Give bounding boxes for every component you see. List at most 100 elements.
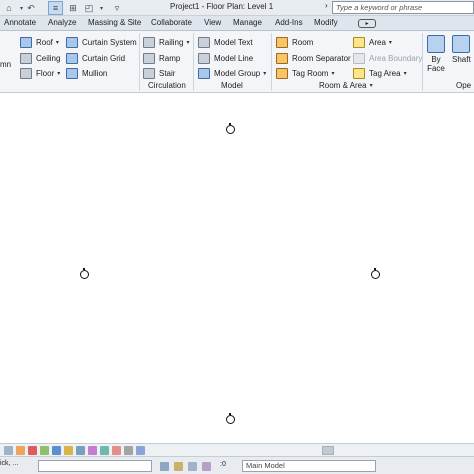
mullion-label: Mullion (82, 68, 108, 78)
elevation-marker-east-icon[interactable] (371, 268, 380, 279)
tab-analyze[interactable]: Analyze (48, 18, 76, 27)
shaft-label: Shaft (452, 55, 471, 64)
area-boundary-button[interactable]: Area Boundary (353, 51, 422, 65)
curtain-system-button[interactable]: Curtain System (66, 35, 137, 49)
reveal-constraints-icon[interactable] (136, 446, 145, 455)
crop-view-icon[interactable] (64, 446, 73, 455)
model-group-label: Model Group (214, 68, 261, 78)
shadows-icon[interactable] (52, 446, 61, 455)
railing-icon (143, 36, 155, 48)
ramp-label: Ramp (159, 53, 181, 63)
area-boundary-label: Area Boundary (369, 53, 423, 63)
room-separator-label: Room Separator (292, 53, 351, 63)
floor-chevron-down-icon[interactable]: ▾ (57, 70, 60, 77)
section-view-icon[interactable]: ◰ (82, 1, 96, 15)
tag-room-label: Tag Room (292, 68, 329, 78)
elevation-marker-west-icon[interactable] (80, 268, 89, 279)
area-label: Area (369, 37, 386, 47)
horizontal-scrollbar-thumb[interactable] (322, 446, 334, 455)
tag-area-label: Tag Area (369, 68, 401, 78)
tab-manage[interactable]: Manage (233, 18, 262, 27)
sun-path-icon[interactable] (40, 446, 49, 455)
area-chevron-down-icon[interactable]: ▾ (389, 39, 392, 46)
tab-add-ins[interactable]: Add-Ins (275, 18, 303, 27)
opening-panel-label: Ope (456, 81, 472, 90)
by-face-button[interactable]: By Face (427, 35, 445, 73)
room-separator-icon (276, 52, 288, 64)
floor-label: Floor (36, 68, 55, 78)
roof-button[interactable]: Roof ▾ (20, 35, 59, 49)
workset-selector[interactable] (38, 460, 152, 472)
panel-divider (193, 33, 194, 91)
railing-chevron-down-icon[interactable]: ▾ (186, 39, 189, 46)
area-boundary-icon (353, 52, 365, 64)
railing-button[interactable]: Railing ▾ (143, 35, 189, 49)
thin-lines-icon[interactable]: ≡ (48, 1, 63, 15)
stair-label: Stair (159, 68, 176, 78)
analytical-model-icon[interactable] (112, 446, 121, 455)
search-input[interactable]: Type a keyword or phrase (332, 1, 474, 14)
editable-only-icon[interactable] (160, 462, 169, 471)
view-scale-icon[interactable] (4, 446, 13, 455)
curtain-system-label: Curtain System (82, 37, 137, 47)
tab-view[interactable]: View (204, 18, 221, 27)
visual-style-icon[interactable] (28, 446, 37, 455)
shaft-button[interactable]: Shaft (452, 35, 471, 64)
roof-chevron-down-icon[interactable]: ▾ (56, 39, 59, 46)
stair-icon (143, 67, 155, 79)
curtain-grid-label: Curtain Grid (82, 53, 126, 63)
detail-level-icon[interactable] (16, 446, 25, 455)
floor-button[interactable]: Floor ▾ (20, 66, 60, 80)
area-icon (353, 36, 365, 48)
curtain-grid-button[interactable]: Curtain Grid (66, 51, 125, 65)
area-button[interactable]: Area ▾ (353, 35, 392, 49)
quick-access-chevron-icon[interactable]: ▾ (97, 1, 105, 15)
title-arrow-icon[interactable]: › (325, 1, 328, 10)
undo-icon[interactable]: ↶ (26, 1, 36, 15)
tab-modify[interactable]: Modify (314, 18, 338, 27)
select-links-icon[interactable] (174, 462, 183, 471)
model-panel-label: Model (221, 81, 243, 90)
select-underlay-icon[interactable] (188, 462, 197, 471)
tab-collaborate[interactable]: Collaborate (151, 18, 192, 27)
column-button-partial[interactable]: mn (0, 57, 11, 71)
design-option-selector[interactable]: Main Model (242, 460, 376, 472)
room-area-chevron-down-icon[interactable]: ▾ (370, 82, 373, 89)
tag-room-chevron-down-icon[interactable]: ▾ (331, 70, 334, 77)
elevation-marker-north-icon[interactable] (226, 123, 235, 134)
contextual-tab-toggle-icon[interactable]: ▸ (358, 19, 376, 28)
room-separator-button[interactable]: Room Separator (276, 51, 351, 65)
mullion-button[interactable]: Mullion (66, 66, 107, 80)
mullion-icon (66, 67, 78, 79)
ramp-button[interactable]: Ramp (143, 51, 180, 65)
stair-button[interactable]: Stair (143, 66, 175, 80)
model-group-button[interactable]: Model Group ▾ (198, 66, 266, 80)
reveal-hidden-icon[interactable] (100, 446, 109, 455)
tag-area-chevron-down-icon[interactable]: ▾ (404, 70, 407, 77)
floor-icon (20, 67, 32, 79)
home-icon[interactable]: ⌂ (2, 1, 16, 15)
select-pinned-icon[interactable] (202, 462, 211, 471)
panel-divider (422, 33, 423, 91)
ramp-icon (143, 52, 155, 64)
tag-room-button[interactable]: Tag Room ▾ (276, 66, 334, 80)
ceiling-button[interactable]: Ceiling (20, 51, 60, 65)
tab-annotate[interactable]: Annotate (4, 18, 36, 27)
measure-icon[interactable]: ⊞ (67, 1, 79, 15)
drawing-canvas[interactable] (0, 94, 474, 443)
highlight-displacement-icon[interactable] (124, 446, 133, 455)
tag-area-button[interactable]: Tag Area ▾ (353, 66, 407, 80)
model-group-chevron-down-icon[interactable]: ▾ (263, 70, 266, 77)
room-button[interactable]: Room (276, 35, 313, 49)
temporary-hide-icon[interactable] (88, 446, 97, 455)
tab-massing-site[interactable]: Massing & Site (88, 18, 141, 27)
show-crop-region-icon[interactable] (76, 446, 85, 455)
elevation-marker-south-icon[interactable] (226, 413, 235, 424)
home-dropdown-chevron-icon[interactable]: ▾ (17, 1, 25, 15)
room-area-panel-header[interactable]: Room & Area ▾ (319, 81, 373, 90)
model-text-button[interactable]: Model Text (198, 35, 253, 49)
room-label: Room (292, 37, 314, 47)
shaft-icon (452, 35, 471, 53)
model-line-button[interactable]: Model Line (198, 51, 253, 65)
quick-access-customize-icon[interactable]: ▿ (112, 1, 122, 15)
